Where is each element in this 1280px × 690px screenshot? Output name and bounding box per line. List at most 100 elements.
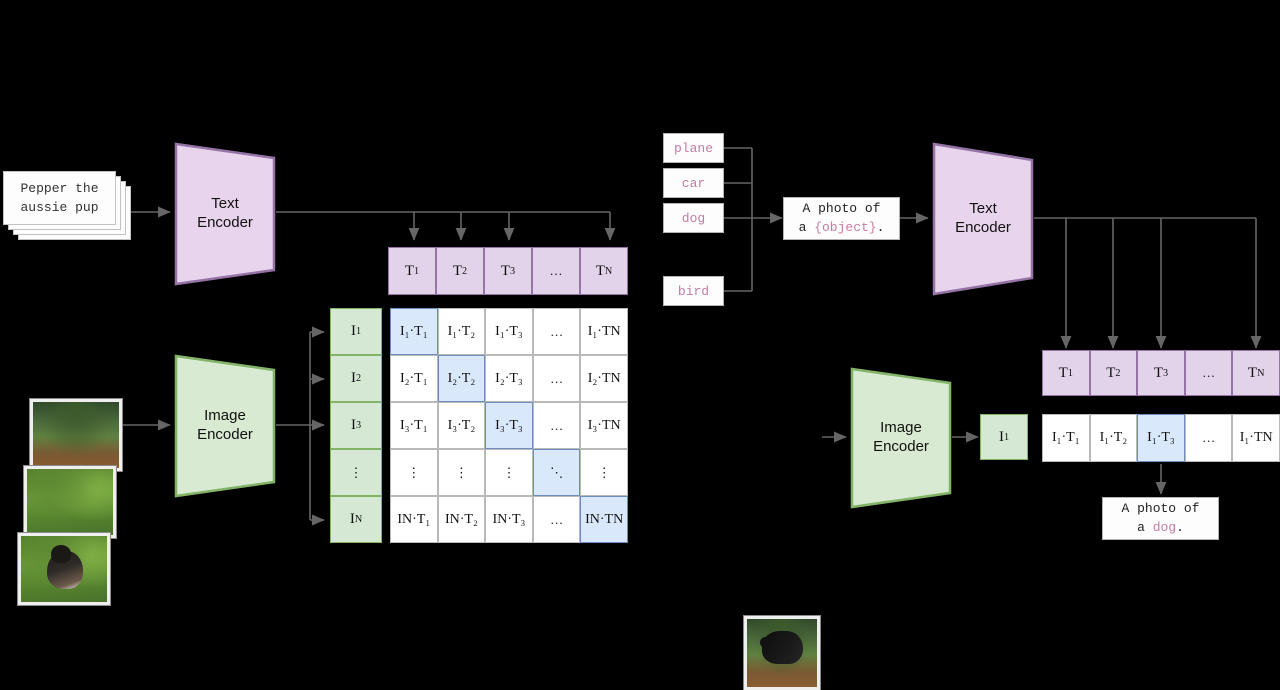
matrix-cell-r2-c5: I₂·TN (580, 355, 628, 402)
matrix-cell-r1-c5: I₁·TN (580, 308, 628, 355)
image-embedding-in: IN (330, 496, 382, 543)
matrix-cell-r4-c2: ⋮ (437, 449, 486, 496)
rt2-base: T (1106, 364, 1116, 381)
rt2-sub: 2 (1115, 367, 1121, 379)
text-embedding-tn: TN (580, 247, 628, 295)
t-ellipsis: … (549, 263, 563, 278)
matrix-cell-r3-c1: I₃·T₁ (390, 402, 438, 449)
image-encoder-right: Image Encoder (848, 365, 954, 511)
prompt-line-1: A photo of (802, 200, 881, 216)
black-dog-illustration (759, 631, 803, 664)
t3-base: T (500, 262, 511, 279)
matrix-cell-r3-c5: I₃·TN (580, 402, 628, 449)
image-encoder-left: Image Encoder (172, 352, 278, 500)
matrix-cell-r2-c4: … (532, 355, 581, 402)
t1-sub: 1 (414, 265, 420, 277)
matrix-cell-r1-c2: I₁·T₂ (437, 308, 486, 355)
class-label-bird[interactable]: bird (663, 276, 724, 306)
i-vdots: ⋮ (349, 464, 363, 480)
matrix-cell-r1-c4: … (532, 308, 581, 355)
matrix-cell-r3-c4: … (532, 402, 581, 449)
i2-sub: 2 (355, 373, 362, 384)
matrix-cell-r2-c1: I₂·T₁ (390, 355, 438, 402)
score-cell-1: I₁·T₁ (1042, 414, 1090, 462)
right-text-embedding-t2: T2 (1089, 350, 1138, 396)
matrix-cell-r3-c3: I₃·T₃ (485, 402, 533, 449)
prompt-prefix: a (798, 219, 815, 235)
class-label-car[interactable]: car (663, 168, 724, 198)
prompt-object-token: {object} (814, 219, 877, 235)
rtn-base: T (1247, 364, 1258, 381)
matrix-cell-r5-c1: IN·T₁ (390, 496, 438, 543)
rt1-sub: 1 (1067, 367, 1073, 379)
t2-base: T (452, 262, 463, 279)
text-embedding-t2: T2 (436, 247, 484, 295)
text-embedding-row-right: T1 T2 T3 … TN (1042, 350, 1280, 396)
result-line-2: a dog. (1137, 519, 1184, 538)
score-cell-2: I₁·T₂ (1089, 414, 1138, 462)
text-embedding-t1: T1 (388, 247, 436, 295)
class-label-plane[interactable]: plane (663, 133, 724, 163)
rt3-base: T (1153, 364, 1164, 381)
in-sub: N (354, 514, 363, 525)
image-input-stack-back2 (29, 398, 123, 472)
matrix-cell-r5-c4: … (532, 496, 581, 543)
matrix-cell-r4-c1: ⋮ (390, 449, 438, 496)
image-embedding-i2: I2 (330, 355, 382, 402)
image-embedding-column-left: I1 I2 I3 ⋮ IN (330, 308, 382, 543)
image-encoder-left-label: Image Encoder (197, 407, 253, 443)
matrix-cell-r5-c2: IN·T₂ (437, 496, 486, 543)
text-input-card: Pepper the aussie pup (3, 171, 116, 225)
class-label-dog[interactable]: dog (663, 203, 724, 233)
matrix-cell-r3-c2: I₃·T₂ (437, 402, 486, 449)
matrix-cell-r4-c3: ⋮ (485, 449, 533, 496)
text-encoder-right: Text Encoder (930, 140, 1036, 298)
image-embedding-vdots: ⋮ (330, 449, 382, 496)
t1-base: T (404, 262, 415, 279)
i1-sub: 1 (355, 326, 362, 337)
tn-sub: N (604, 265, 613, 277)
matrix-cell-r5-c3: IN·T₃ (485, 496, 533, 543)
query-image-thumbnail (743, 615, 821, 690)
image-encoder-right-label: Image Encoder (873, 419, 929, 455)
prompt-suffix: . (876, 219, 885, 235)
matrix-cell-r2-c3: I₂·T₃ (485, 355, 533, 402)
image-embedding-i3: I3 (330, 402, 382, 449)
rt1-base: T (1058, 364, 1068, 381)
dog-illustration (46, 545, 83, 589)
i3-sub: 3 (355, 420, 362, 431)
text-embedding-ellipsis: … (532, 247, 580, 295)
text-embedding-row-left: T1 T2 T3 … TN (388, 247, 628, 295)
prompt-template-box: A photo of a {object}. (783, 197, 900, 240)
query-image-embedding-i1: I1 (980, 414, 1028, 460)
text-encoder-left: Text Encoder (172, 140, 278, 288)
matrix-cell-r1-c3: I₁·T₃ (485, 308, 533, 355)
matrix-cell-r5-c5: IN·TN (580, 496, 628, 543)
image-input-thumbnail (17, 532, 111, 606)
zero-shot-score-row: I₁·T₁ I₁·T₂ I₁·T₃… I₁·TN (1042, 414, 1280, 462)
right-text-embedding-ellipsis: … (1184, 350, 1233, 396)
result-suffix: . (1176, 519, 1184, 535)
rtn-sub: N (1257, 367, 1265, 379)
right-text-embedding-tn: TN (1232, 350, 1280, 396)
result-class-token: dog (1152, 519, 1177, 535)
rt3-sub: 3 (1163, 367, 1169, 379)
text-encoder-right-label: Text Encoder (955, 200, 1011, 236)
right-text-embedding-t1: T1 (1042, 350, 1090, 396)
tn-base: T (595, 262, 605, 279)
right-text-embedding-t3: T3 (1137, 350, 1185, 396)
score-cell-4: … (1184, 414, 1233, 462)
score-cell-3: I₁·T₃ (1137, 414, 1185, 462)
text-embedding-t3: T3 (484, 247, 532, 295)
matrix-cell-r1-c1: I₁·T₁ (390, 308, 438, 355)
matrix-cell-r4-c5: ⋮ (580, 449, 628, 496)
text-encoder-left-label: Text Encoder (197, 195, 253, 231)
prompt-line-2: a {object}. (799, 219, 885, 238)
ri1-sub: 1 (1003, 431, 1010, 443)
matrix-cell-r2-c2: I₂·T₂ (437, 355, 486, 402)
result-prefix: a (1137, 519, 1153, 535)
image-input-stack-back1 (23, 465, 117, 539)
t2-sub: 2 (462, 265, 468, 277)
prediction-result-box: A photo of a dog. (1102, 497, 1219, 540)
image-embedding-i1: I1 (330, 308, 382, 355)
